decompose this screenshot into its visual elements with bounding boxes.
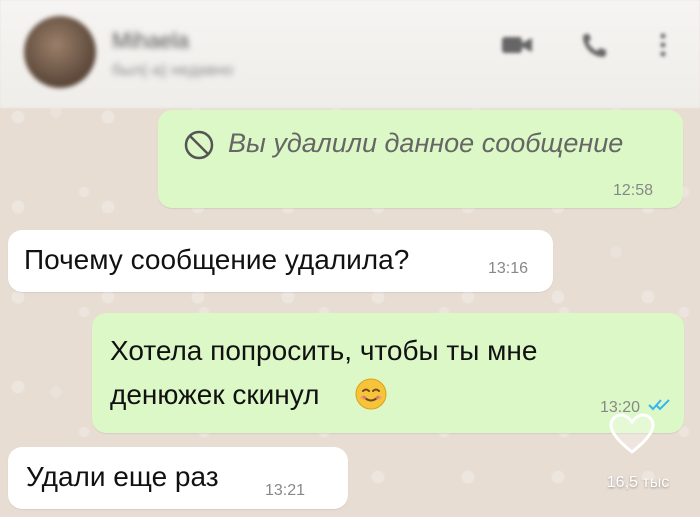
heart-icon[interactable] — [607, 412, 657, 456]
deleted-message-bubble[interactable]: Вы удалили данное сообщение 12:58 — [158, 110, 683, 208]
contact-name[interactable]: Mihaela — [112, 28, 189, 54]
read-receipt-icon — [648, 399, 670, 411]
message-text-line-1: Хотела попросить, чтобы ты мне — [110, 335, 538, 366]
message-time: 12:58 — [612, 182, 653, 199]
more-options-icon[interactable] — [656, 30, 670, 60]
like-count: 16,5 тыс — [606, 474, 670, 491]
chat-header: Mihaela был(-а) недавно — [0, 0, 700, 108]
message-text: Вы удалили данное сообщение — [228, 128, 624, 158]
message-text-line-2: денюжек скинул — [110, 379, 320, 410]
phone-call-icon[interactable] — [578, 30, 612, 60]
incoming-message-bubble[interactable]: Почему сообщение удалила? 13:16 — [8, 230, 553, 292]
smiling-face-emoji — [355, 378, 387, 410]
message-text: Удали еще раз — [26, 461, 219, 492]
contact-avatar[interactable] — [24, 16, 96, 88]
like-overlay[interactable]: 16,5 тыс — [583, 412, 681, 510]
deleted-message-icon — [184, 130, 214, 160]
incoming-message-bubble[interactable]: Удали еще раз 13:21 — [8, 447, 348, 509]
message-text: Почему сообщение удалила? — [24, 244, 410, 275]
message-time: 13:16 — [488, 260, 529, 277]
contact-status: был(-а) недавно — [112, 62, 234, 79]
message-time: 13:21 — [265, 482, 306, 499]
video-call-icon[interactable] — [500, 30, 534, 60]
